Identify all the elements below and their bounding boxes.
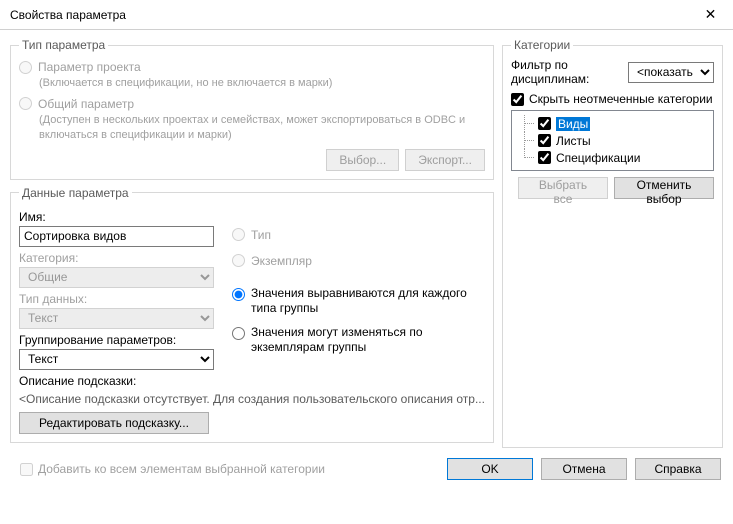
radio-type-label: Тип <box>251 228 271 242</box>
categories-legend: Категории <box>511 38 573 52</box>
name-label: Имя: <box>19 210 214 224</box>
export-button: Экспорт... <box>405 149 485 171</box>
radio-shared-param <box>19 97 32 110</box>
select-all-button: Выбрать все <box>518 177 608 199</box>
tree-item: Листы <box>518 132 707 149</box>
datatype-select: Текст <box>19 308 214 329</box>
titlebar: Свойства параметра ✕ <box>0 0 733 30</box>
tree-item-checkbox[interactable] <box>538 151 551 164</box>
categories-tree[interactable]: Виды Листы Спецификации <box>511 110 714 171</box>
grouping-label: Группирование параметров: <box>19 333 214 347</box>
name-input[interactable] <box>19 226 214 247</box>
radio-values-vary[interactable] <box>232 327 245 340</box>
add-all-checkbox <box>20 463 33 476</box>
tree-item-label[interactable]: Спецификации <box>556 151 640 165</box>
tooltip-desc: <Описание подсказки отсутствует. Для соз… <box>19 392 485 406</box>
category-label: Категория: <box>19 251 214 265</box>
tree-item: Спецификации <box>518 149 707 166</box>
hide-unchecked-label: Скрыть неотмеченные категории <box>529 92 713 106</box>
category-select: Общие <box>19 267 214 288</box>
radio-values-align-label: Значения выравниваются для каждого типа … <box>251 286 485 317</box>
tree-item: Виды <box>518 115 707 132</box>
choose-button: Выбор... <box>326 149 399 171</box>
radio-instance-label: Экземпляр <box>251 254 312 268</box>
tree-branch-icon <box>518 132 536 149</box>
radio-shared-param-label: Общий параметр <box>38 97 134 111</box>
tree-branch-icon <box>518 115 536 132</box>
radio-values-vary-label: Значения могут изменяться по экземплярам… <box>251 325 485 356</box>
tree-item-label[interactable]: Листы <box>556 134 591 148</box>
edit-tooltip-button[interactable]: Редактировать подсказку... <box>19 412 209 434</box>
radio-instance <box>232 254 245 267</box>
add-all-label: Добавить ко всем элементам выбранной кат… <box>38 462 325 476</box>
tree-item-checkbox[interactable] <box>538 117 551 130</box>
filter-label: Фильтр по дисциплинам: <box>511 58 622 86</box>
radio-project-param <box>19 61 32 74</box>
grouping-select[interactable]: Текст <box>19 349 214 370</box>
filter-select[interactable]: <показать <box>628 62 714 83</box>
tree-item-label[interactable]: Виды <box>556 117 590 131</box>
close-icon[interactable]: ✕ <box>688 0 733 30</box>
help-button[interactable]: Справка <box>635 458 721 480</box>
param-data-group: Данные параметра Имя: Категория: Общие Т… <box>10 186 494 443</box>
param-data-legend: Данные параметра <box>19 186 132 200</box>
param-type-group: Тип параметра Параметр проекта (Включает… <box>10 38 494 180</box>
categories-group: Категории Фильтр по дисциплинам: <показа… <box>502 38 723 448</box>
tree-item-checkbox[interactable] <box>538 134 551 147</box>
hide-unchecked-checkbox[interactable] <box>511 93 524 106</box>
window-title: Свойства параметра <box>10 8 688 22</box>
tooltip-label: Описание подсказки: <box>19 374 485 388</box>
shared-param-hint: (Доступен в нескольких проектах и семейс… <box>39 113 485 143</box>
project-param-hint: (Включается в спецификации, но не включа… <box>39 76 485 91</box>
radio-type <box>232 228 245 241</box>
ok-button[interactable]: OK <box>447 458 533 480</box>
tree-branch-icon <box>518 149 536 166</box>
cancel-button[interactable]: Отмена <box>541 458 627 480</box>
radio-values-align[interactable] <box>232 288 245 301</box>
radio-project-param-label: Параметр проекта <box>38 60 141 74</box>
param-type-legend: Тип параметра <box>19 38 108 52</box>
deselect-button[interactable]: Отменить выбор <box>614 177 714 199</box>
datatype-label: Тип данных: <box>19 292 214 306</box>
